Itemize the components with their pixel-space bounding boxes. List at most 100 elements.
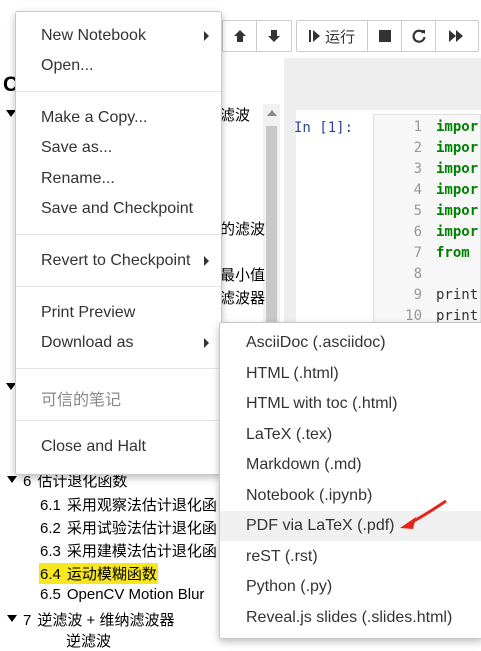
download-option-label: HTML (.html)	[246, 365, 339, 382]
line-number: 5	[413, 203, 422, 219]
download-option-label: Python (.py)	[246, 578, 333, 595]
scrollbar-thumb[interactable]	[266, 126, 277, 326]
menu-item-close-and-halt[interactable]: Close and Halt	[41, 438, 146, 456]
menu-item-print-preview[interactable]: Print Preview	[41, 304, 135, 322]
toc-item-label: 采用观察法估计退化函	[66, 497, 217, 514]
submenu-caret-icon	[204, 256, 209, 266]
line-number: 9	[413, 287, 422, 303]
menu-item-new-notebook[interactable]: New Notebook	[41, 27, 146, 45]
menu-divider	[16, 91, 221, 92]
code-line: impor	[436, 203, 479, 219]
code-editor[interactable]: 1 2 3 4 5 6 7 8 9 10 impor impor impor i…	[373, 114, 481, 326]
arrow-down-icon	[268, 30, 280, 42]
run-button[interactable]: 运行	[297, 21, 368, 51]
run-controls-group: 运行	[296, 20, 479, 52]
toc-item-number: 6.5	[40, 586, 61, 603]
download-option-label: HTML with toc (.html)	[246, 395, 398, 412]
menu-item-rename[interactable]: Rename...	[41, 170, 115, 188]
toc-item[interactable]: 7 逆滤波 + 维纳滤波器	[23, 609, 174, 630]
toc-item-fragment[interactable]: 最小值	[220, 264, 265, 285]
code-line: from	[436, 245, 470, 261]
arrow-up-icon	[233, 30, 246, 42]
move-buttons-group	[222, 20, 292, 52]
line-number: 1	[413, 119, 422, 135]
download-as-submenu: AsciiDoc (.asciidoc) HTML (.html) HTML w…	[219, 322, 481, 639]
toc-item-number: 6.3	[40, 543, 61, 560]
menu-item-revert-to-checkpoint[interactable]: Revert to Checkpoint	[41, 252, 190, 270]
menu-item-make-a-copy[interactable]: Make a Copy...	[41, 109, 147, 127]
toc-item-label: 逆滤波 + 维纳滤波器	[37, 612, 175, 629]
file-menu-dropdown: New Notebook Open... Make a Copy... Save…	[15, 11, 222, 475]
toc-item-label: 运动模糊函数	[66, 566, 157, 583]
expand-triangle-icon[interactable]	[7, 476, 17, 483]
download-html-with-toc[interactable]: HTML with toc (.html)	[220, 389, 481, 419]
stop-icon	[378, 30, 391, 42]
download-rest[interactable]: reST (.rst)	[220, 542, 481, 572]
step-forward-icon	[308, 30, 320, 42]
red-annotation-arrow-icon	[400, 499, 447, 529]
download-asciidoc[interactable]: AsciiDoc (.asciidoc)	[220, 328, 481, 358]
code-line: impor	[436, 224, 479, 240]
move-cell-down-button[interactable]	[257, 21, 291, 51]
toc-item-fragment[interactable]: 的滤波	[220, 218, 265, 239]
menu-divider	[16, 286, 221, 287]
expand-triangle-icon[interactable]	[7, 615, 17, 622]
download-latex[interactable]: LaTeX (.tex)	[220, 420, 481, 450]
toc-item-label: 估计退化函数	[37, 473, 128, 490]
download-markdown[interactable]: Markdown (.md)	[220, 450, 481, 480]
toc-item-fragment[interactable]: 滤波	[220, 104, 250, 125]
line-number: 8	[413, 266, 422, 282]
interrupt-button[interactable]	[368, 21, 402, 51]
toc-item-label: OpenCV Motion Blur	[66, 586, 205, 603]
code-line: impor	[436, 140, 479, 156]
menu-item-save-as[interactable]: Save as...	[41, 139, 112, 157]
toc-item[interactable]: 逆滤波	[66, 630, 111, 651]
restart-button[interactable]	[402, 21, 436, 51]
toc-item[interactable]: 6.5 OpenCV Motion Blur	[40, 586, 204, 603]
toc-item-fragment[interactable]: 滤波器	[220, 287, 265, 308]
menu-divider	[16, 234, 221, 235]
submenu-caret-icon	[204, 31, 209, 41]
download-option-label: reST (.rst)	[246, 548, 318, 565]
code-line: print	[436, 287, 479, 303]
download-python[interactable]: Python (.py)	[220, 572, 481, 602]
menu-item-download-as[interactable]: Download as	[41, 334, 134, 352]
toc-item-number: 6.1	[40, 497, 61, 514]
download-revealjs-slides[interactable]: Reveal.js slides (.slides.html)	[220, 603, 481, 633]
toc-item[interactable]: 6.1 采用观察法估计退化函	[40, 494, 217, 515]
menu-divider	[16, 368, 221, 369]
toc-item-highlighted[interactable]: 6.4 运动模糊函数	[39, 563, 158, 584]
code-line: impor	[436, 119, 479, 135]
line-number: 7	[413, 245, 422, 261]
run-button-label: 运行	[324, 28, 355, 46]
submenu-caret-icon	[204, 338, 209, 348]
menu-item-save-and-checkpoint[interactable]: Save and Checkpoint	[41, 200, 193, 218]
download-option-label: LaTeX (.tex)	[246, 426, 333, 443]
menu-item-open[interactable]: Open...	[41, 57, 93, 75]
restart-run-all-button[interactable]	[436, 21, 478, 51]
cell-prompt: In [1]:	[294, 120, 354, 136]
toc-item[interactable]: 6.3 采用建模法估计退化函	[40, 540, 217, 561]
restart-icon	[411, 29, 426, 43]
download-option-label: Markdown (.md)	[246, 456, 362, 473]
toc-item[interactable]: 6.2 采用试验法估计退化函	[40, 517, 217, 538]
toc-item-number: 6.2	[40, 520, 61, 537]
download-option-label: AsciiDoc (.asciidoc)	[246, 334, 386, 351]
fast-forward-icon	[449, 30, 463, 42]
menu-divider	[16, 420, 221, 421]
move-cell-up-button[interactable]	[223, 21, 257, 51]
code-line: impor	[436, 161, 479, 177]
line-number: 4	[413, 182, 422, 198]
download-option-label: Notebook (.ipynb)	[246, 487, 373, 504]
toc-scrollbar[interactable]	[263, 104, 280, 334]
menu-item-trusted-notebook[interactable]: 可信的笔记	[41, 386, 121, 410]
download-html[interactable]: HTML (.html)	[220, 359, 481, 389]
line-number: 3	[413, 161, 422, 177]
toc-item-number: 6.4	[40, 566, 61, 583]
scroll-up-icon[interactable]	[267, 110, 277, 116]
line-number: 2	[413, 140, 422, 156]
code-line: impor	[436, 182, 479, 198]
toc-item-number: 6	[23, 473, 32, 490]
line-number: 6	[413, 224, 422, 240]
toc-item-number: 7	[23, 612, 32, 629]
